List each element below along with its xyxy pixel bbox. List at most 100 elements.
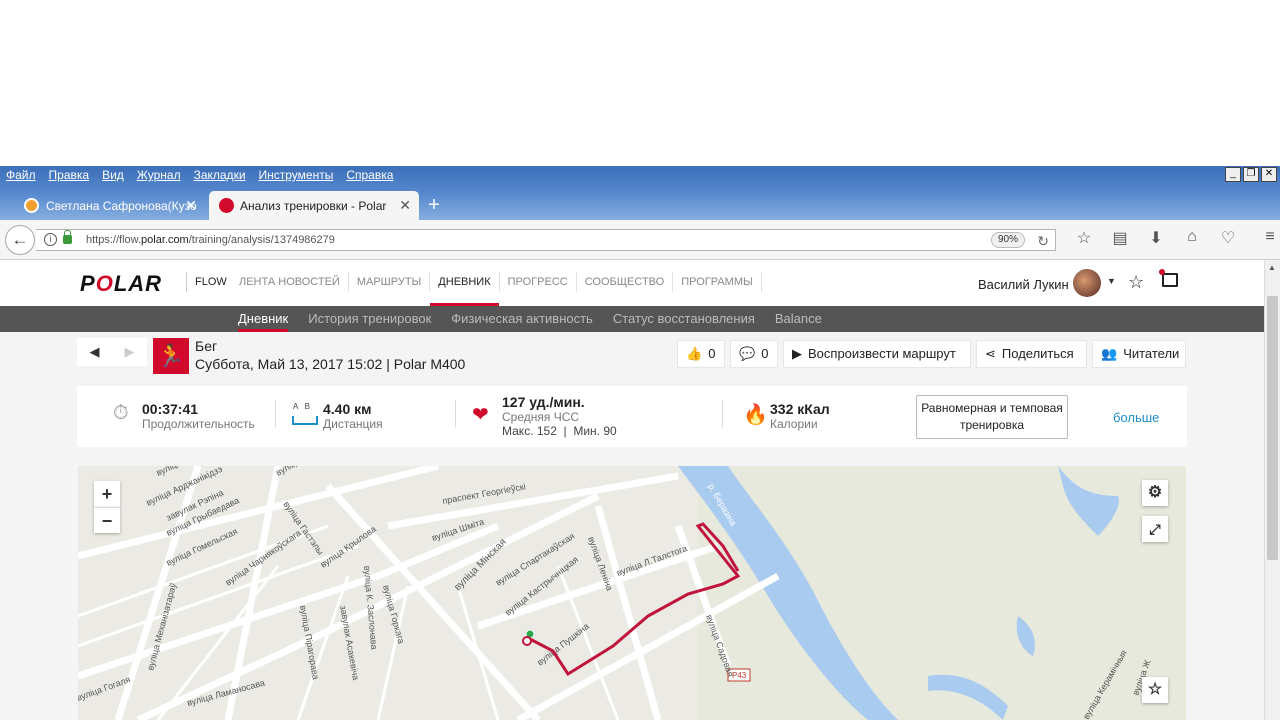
subnav-history[interactable]: История тренировок	[298, 306, 441, 332]
blank-area	[0, 0, 1280, 166]
heart-rate-value: 127 уд./мин.	[502, 394, 585, 410]
scroll-up-icon[interactable]: ▲	[1268, 263, 1276, 272]
url-path: /training/analysis/1374986279	[188, 234, 335, 246]
prev-session-button[interactable]: ◀	[77, 338, 112, 366]
browser-menubar: Файл Правка Вид Журнал Закладки Инструме…	[0, 166, 1280, 220]
distance-label: Дистанция	[323, 417, 383, 431]
favorites-star-icon[interactable]: ☆	[1128, 272, 1144, 293]
url-bar[interactable]: i https://flow.polar.com/training/analys…	[36, 229, 1056, 251]
top-nav: ЛЕНТА НОВОСТЕЙ МАРШРУТЫ ДНЕВНИК ПРОГРЕСС…	[231, 272, 762, 306]
avatar[interactable]	[1073, 269, 1101, 297]
heart-rate-label: Средняя ЧСС	[502, 410, 580, 424]
url-domain: polar.com	[141, 234, 189, 246]
share-label: Поделиться	[1001, 346, 1074, 361]
close-tab-icon[interactable]: ✕	[399, 197, 411, 214]
nav-community[interactable]: СООБЩЕСТВО	[577, 272, 674, 292]
route-end-marker	[522, 636, 532, 646]
people-icon: 👥	[1101, 346, 1118, 361]
subnav-activity[interactable]: Физическая активность	[441, 306, 603, 332]
nav-diary[interactable]: ДНЕВНИК	[430, 272, 500, 306]
heart-rate-minmax: Макс. 152 | Мин. 90	[502, 424, 617, 438]
duration-label: Продолжительность	[142, 417, 255, 431]
home-icon[interactable]: ⌂	[1174, 228, 1210, 248]
scroll-thumb[interactable]	[1267, 296, 1278, 560]
heart-icon: ❤	[472, 404, 489, 426]
comment-count: 0	[761, 346, 769, 361]
new-tab-button[interactable]: +	[419, 191, 449, 220]
download-icon[interactable]: ⬇	[1138, 228, 1174, 248]
menu-tools[interactable]: Инструменты	[259, 168, 334, 186]
stopwatch-icon: ⏱	[113, 402, 129, 424]
map-canvas: P43 праспект Георгіеўскі вуліца Мінская …	[78, 466, 1186, 720]
menu-view[interactable]: Вид	[102, 168, 124, 186]
bookmark-star-icon[interactable]: ☆	[1066, 228, 1102, 248]
minimize-button[interactable]: _	[1225, 167, 1241, 182]
comment-icon: 💬	[739, 346, 756, 361]
notification-icon[interactable]	[1159, 269, 1178, 287]
close-tab-icon[interactable]: ✕	[185, 197, 197, 214]
menu-items: Файл Правка Вид Журнал Закладки Инструме…	[6, 168, 406, 186]
fullscreen-icon[interactable]: ⤢	[1142, 516, 1168, 542]
divider	[455, 400, 456, 428]
flow-label[interactable]: FLOW	[186, 272, 227, 292]
restore-button[interactable]: ❐	[1243, 167, 1259, 182]
nav-routes[interactable]: МАРШРУТЫ	[349, 272, 431, 292]
chevron-down-icon[interactable]: ▼	[1107, 276, 1116, 286]
calories-label: Калории	[770, 417, 818, 431]
toolbar-icons: ☆ ▤ ⬇ ⌂ ♡ ≡	[1066, 228, 1280, 248]
menu-history[interactable]: Журнал	[137, 168, 181, 186]
share-button[interactable]: ⋖ Поделиться	[976, 340, 1087, 368]
route-map[interactable]: P43 праспект Георгіеўскі вуліца Мінская …	[78, 466, 1186, 720]
followers-button[interactable]: 👥 Читатели	[1092, 340, 1186, 368]
url-prefix: https://flow.	[86, 234, 142, 246]
sub-nav: Дневник История тренировок Физическая ак…	[0, 306, 1264, 332]
subnav-recovery[interactable]: Статус восстановления	[603, 306, 765, 332]
running-icon: 🏃	[153, 338, 189, 374]
menu-edit[interactable]: Правка	[49, 168, 90, 186]
menu-bookmarks[interactable]: Закладки	[194, 168, 246, 186]
menu-file[interactable]: Файл	[6, 168, 36, 186]
comment-button[interactable]: 💬 0	[730, 340, 778, 368]
star-icon[interactable]: ☆	[1142, 677, 1168, 703]
close-window-button[interactable]: ✕	[1261, 167, 1277, 182]
nav-feed[interactable]: ЛЕНТА НОВОСТЕЙ	[231, 272, 349, 292]
like-button[interactable]: 👍 0	[677, 340, 725, 368]
like-count: 0	[708, 346, 716, 361]
window-controls: _ ❐ ✕	[1223, 167, 1277, 182]
back-button[interactable]: ←	[5, 225, 35, 255]
polar-logo[interactable]: POLAR	[80, 271, 162, 297]
polar-header: POLAR FLOW ЛЕНТА НОВОСТЕЙ МАРШРУТЫ ДНЕВН…	[0, 260, 1264, 306]
stats-panel: ⏱ 00:37:41 Продолжительность A B 4.40 км…	[77, 386, 1187, 447]
nav-programs[interactable]: ПРОГРАММЫ	[673, 272, 762, 292]
info-icon[interactable]: i	[44, 233, 57, 246]
user-name[interactable]: Василий Лукин	[978, 277, 1069, 292]
navigation-bar: ← i https://flow.polar.com/training/anal…	[0, 220, 1280, 260]
browser-window: Файл Правка Вид Журнал Закладки Инструме…	[0, 166, 1280, 720]
training-type-button[interactable]: Равномерная и темповая тренировка	[916, 395, 1068, 439]
divider	[722, 400, 723, 428]
next-session-button[interactable]: ▶	[112, 338, 147, 366]
layers-gear-icon[interactable]: ⚙	[1142, 480, 1168, 506]
page-scrollbar[interactable]: ▲	[1264, 260, 1280, 720]
zoom-level[interactable]: 90%	[990, 232, 1025, 248]
calories-value: 332 кКал	[770, 401, 830, 417]
zoom-in-button[interactable]: +	[94, 481, 120, 507]
nav-progress[interactable]: ПРОГРЕСС	[500, 272, 577, 292]
tab-polar[interactable]: Анализ тренировки - Polar F... ✕	[209, 191, 419, 220]
zoom-out-button[interactable]: −	[94, 507, 120, 533]
replay-route-button[interactable]: ▶ Воспроизвести маршрут	[783, 340, 971, 368]
duration-value: 00:37:41	[142, 401, 199, 417]
pocket-icon[interactable]: ♡	[1210, 228, 1246, 248]
distance-value: 4.40 км	[323, 401, 372, 417]
play-icon: ▶	[792, 346, 802, 361]
bookmarks-list-icon[interactable]: ▤	[1102, 228, 1138, 248]
subnav-diary[interactable]: Дневник	[228, 306, 298, 332]
hamburger-menu-icon[interactable]: ≡	[1252, 228, 1280, 248]
replay-label: Воспроизвести маршрут	[808, 346, 956, 361]
tab-social[interactable]: Светлана Сафронова(Кузов... ✕	[0, 191, 205, 220]
more-link[interactable]: больше	[1113, 410, 1159, 425]
map-street	[78, 466, 439, 560]
reload-icon[interactable]: ↻	[1037, 231, 1049, 251]
menu-help[interactable]: Справка	[346, 168, 393, 186]
subnav-balance[interactable]: Balance	[765, 306, 832, 332]
